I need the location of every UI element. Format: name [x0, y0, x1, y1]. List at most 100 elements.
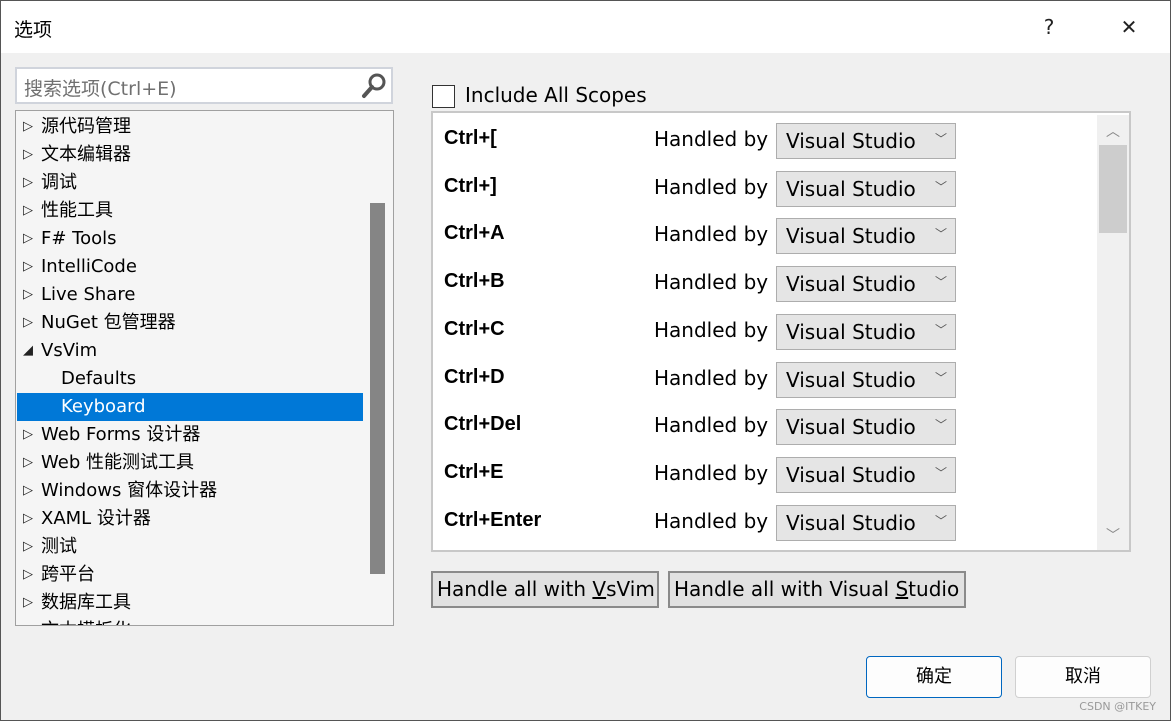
tree-item-label: Live Share	[41, 284, 136, 305]
handle-all-visual-studio-button[interactable]: Handle all with Visual Studio	[668, 571, 966, 608]
key-name: Ctrl+[	[444, 127, 497, 149]
dropdown-value: Visual Studio	[786, 415, 916, 440]
mnemonic: S	[895, 577, 909, 601]
tree-item-label: F# Tools	[41, 228, 117, 249]
tree-item[interactable]: ▷ IntelliCode	[17, 253, 363, 281]
binding-row: Ctrl+D Handled by Visual Studio ﹀	[433, 354, 1093, 402]
collapsed-arrow-icon[interactable]: ▷	[23, 309, 33, 337]
chevron-down-icon: ﹀	[934, 132, 947, 146]
handler-dropdown[interactable]: Visual Studio ﹀	[776, 170, 956, 207]
tree-item[interactable]: ▷ 源代码管理	[17, 113, 363, 141]
dropdown-value: Visual Studio	[786, 224, 916, 249]
label: Handle all with Visual	[674, 577, 896, 601]
handler-dropdown[interactable]: Visual Studio ﹀	[776, 313, 956, 350]
tree-item-label: Windows 窗体设计器	[41, 480, 218, 501]
binding-row: Ctrl+B Handled by Visual Studio ﹀	[433, 258, 1093, 306]
tree-item-label: VsVim	[41, 340, 98, 361]
label: tudio	[908, 577, 960, 601]
tree-item[interactable]: ▷ NuGet 包管理器	[17, 309, 363, 337]
collapsed-arrow-icon[interactable]: ▷	[23, 281, 33, 309]
expanded-arrow-icon[interactable]: ◢	[23, 337, 33, 365]
search-icon[interactable]	[361, 72, 387, 100]
binding-row: Ctrl+C Handled by Visual Studio ﹀	[433, 306, 1093, 354]
tree-scrollbar-thumb[interactable]	[370, 203, 385, 574]
tree-item[interactable]: ▷ Windows 窗体设计器	[17, 477, 363, 505]
list-scrollbar[interactable]: ︿ ﹀	[1097, 115, 1129, 550]
handled-by-label: Handled by	[654, 127, 769, 151]
tree-item[interactable]: ▷ 性能工具	[17, 197, 363, 225]
collapsed-arrow-icon[interactable]: ▷	[23, 505, 33, 533]
key-name: Ctrl+Enter	[444, 508, 542, 531]
chevron-down-icon: ﹀	[934, 418, 947, 433]
tree-item[interactable]: Keyboard	[17, 393, 363, 421]
include-all-scopes-checkbox[interactable]	[432, 85, 455, 108]
tree-item[interactable]: ▷ 文本编辑器	[17, 141, 363, 169]
ok-button[interactable]: 确定	[866, 656, 1002, 698]
help-button[interactable]: ?	[1029, 9, 1069, 45]
tree-item-label: 文本编辑器	[41, 144, 131, 165]
dropdown-value: Visual Studio	[786, 510, 916, 535]
collapsed-arrow-icon[interactable]: ▷	[23, 113, 33, 141]
tree-item[interactable]: ▷ 调试	[17, 169, 363, 197]
handled-by-label: Handled by	[654, 317, 769, 342]
tree-item[interactable]: ▷ 跨平台	[17, 561, 363, 589]
handled-by-label: Handled by	[654, 270, 769, 295]
key-name: Ctrl+Del	[444, 413, 522, 436]
chevron-down-icon: ﹀	[934, 465, 947, 480]
handler-dropdown[interactable]: Visual Studio ﹀	[776, 123, 956, 159]
tree-item[interactable]: ▷ Web 性能测试工具	[17, 449, 363, 477]
handler-dropdown[interactable]: Visual Studio ﹀	[776, 361, 956, 398]
collapsed-arrow-icon[interactable]: ▷	[23, 197, 33, 225]
key-name: Ctrl+E	[444, 460, 504, 483]
collapsed-arrow-icon[interactable]: ▷	[23, 561, 33, 589]
scroll-up-icon[interactable]: ︿	[1097, 121, 1129, 141]
key-name: Ctrl+A	[444, 222, 505, 245]
dropdown-value: Visual Studio	[786, 367, 916, 392]
collapsed-arrow-icon[interactable]: ▷	[23, 477, 33, 505]
handler-dropdown[interactable]: Visual Studio ﹀	[776, 266, 956, 303]
chevron-down-icon: ﹀	[934, 227, 947, 242]
handle-all-vsvim-button[interactable]: Handle all with VsVim	[431, 571, 659, 608]
collapsed-arrow-icon[interactable]: ▷	[23, 169, 33, 197]
handler-dropdown[interactable]: Visual Studio ﹀	[776, 456, 956, 493]
tree-item-label: IntelliCode	[41, 256, 137, 277]
tree-item[interactable]: ▷ 数据库工具	[17, 589, 363, 617]
binding-row: Ctrl+A Handled by Visual Studio ﹀	[433, 210, 1093, 258]
chevron-down-icon: ﹀	[934, 370, 947, 385]
include-all-scopes-label[interactable]: Include All Scopes	[465, 83, 647, 107]
handler-dropdown[interactable]: Visual Studio ﹀	[776, 409, 956, 446]
tree-item[interactable]: ◢ VsVim	[17, 337, 363, 365]
collapsed-arrow-icon[interactable]: ▷	[23, 141, 33, 169]
handler-dropdown[interactable]: Visual Studio ﹀	[776, 218, 956, 255]
dialog-title: 选项	[14, 19, 53, 41]
tree-item[interactable]: ▷ 测试	[17, 533, 363, 561]
collapsed-arrow-icon[interactable]: ▷	[23, 617, 33, 625]
tree-item[interactable]: ▷ Web Forms 设计器	[17, 421, 363, 449]
key-bindings-list: Ctrl+Enter Handled by Visual Studio ﹀ Ctrl+E…	[431, 111, 1131, 552]
collapsed-arrow-icon[interactable]: ▷	[23, 421, 33, 449]
tree-item[interactable]: Defaults	[17, 365, 363, 393]
close-button[interactable]: ✕	[1109, 9, 1149, 45]
collapsed-arrow-icon[interactable]: ▷	[23, 589, 33, 617]
collapsed-arrow-icon[interactable]: ▷	[23, 533, 33, 561]
dropdown-value: Visual Studio	[786, 272, 916, 297]
options-tree: ▷ 文本模板化 ▷ 数据库工具 ▷ 跨平台 ▷ 测试 ▷ XAML 设计器 ▷ Windows 窗体设…	[15, 110, 394, 626]
handled-by-label: Handled by	[654, 174, 769, 199]
handler-dropdown[interactable]: Visual Studio ﹀	[776, 504, 956, 541]
tree-item[interactable]: ▷ XAML 设计器	[17, 505, 363, 533]
tree-item-label: 文本模板化	[41, 617, 131, 625]
collapsed-arrow-icon[interactable]: ▷	[23, 253, 33, 281]
chevron-down-icon: ﹀	[934, 179, 947, 194]
tree-item-label: 源代码管理	[41, 116, 131, 137]
scroll-down-icon[interactable]: ﹀	[1097, 525, 1129, 545]
cancel-button[interactable]: 取消	[1015, 656, 1151, 698]
search-input[interactable]: 搜索选项(Ctrl+E)	[15, 67, 393, 104]
list-scrollbar-thumb[interactable]	[1099, 145, 1127, 233]
collapsed-arrow-icon[interactable]: ▷	[23, 449, 33, 477]
dropdown-value: Visual Studio	[786, 129, 916, 153]
tree-item[interactable]: ▷ F# Tools	[17, 225, 363, 253]
tree-item[interactable]: ▷ 文本模板化	[17, 617, 363, 625]
tree-item[interactable]: ▷ Live Share	[17, 281, 363, 309]
collapsed-arrow-icon[interactable]: ▷	[23, 225, 33, 253]
chevron-down-icon: ﹀	[934, 275, 947, 290]
